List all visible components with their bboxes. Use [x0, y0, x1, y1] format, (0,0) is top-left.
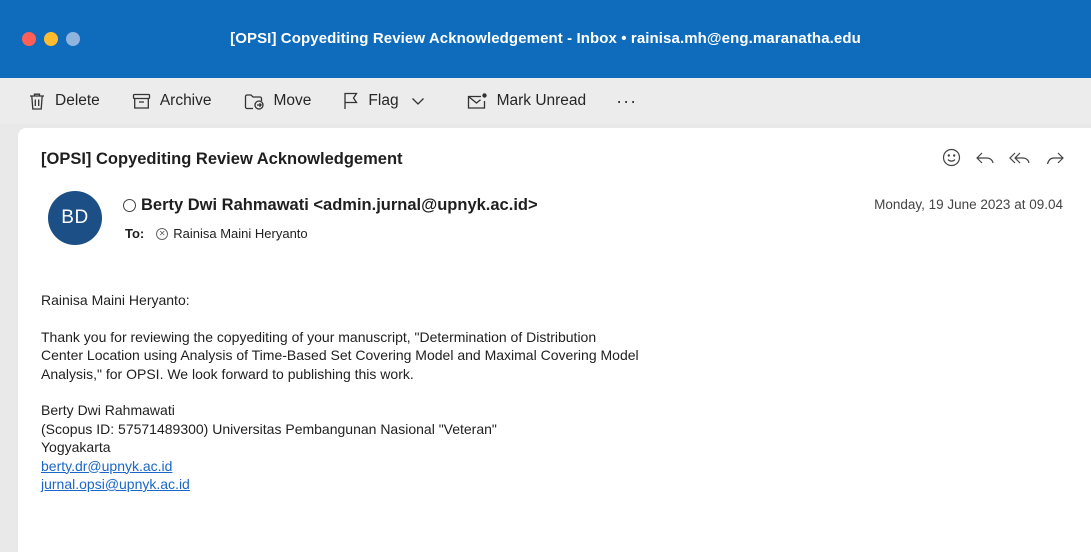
flag-button[interactable]: Flag — [343, 86, 433, 116]
folder-move-icon — [244, 93, 264, 110]
flag-icon — [344, 92, 359, 109]
more-options-button[interactable]: ··· — [616, 86, 637, 116]
archive-icon — [132, 93, 150, 109]
signature: Berty Dwi Rahmawati (Scopus ID: 57571489… — [41, 401, 641, 494]
mark-unread-label: Mark Unread — [496, 92, 587, 109]
archive-label: Archive — [159, 92, 212, 109]
sender-name: Berty Dwi Rahmawati <admin.jurnal@upnyk.… — [141, 196, 538, 214]
greeting: Rainisa Maini Heryanto: — [41, 292, 190, 308]
sender-avatar: BD — [48, 191, 102, 245]
recipient-line: To: ✕ Rainisa Maini Heryanto — [125, 226, 308, 241]
forward-icon[interactable] — [1045, 150, 1065, 166]
toolbar: Delete Archive Move Flag Mark Unread ··· — [0, 78, 1091, 124]
message-date: Monday, 19 June 2023 at 09.04 — [874, 197, 1063, 212]
recipient-unresolved-icon: ✕ — [156, 227, 169, 240]
signature-name: Berty Dwi Rahmawati — [41, 402, 175, 418]
title-bar: [OPSI] Copyediting Review Acknowledgemen… — [0, 0, 1091, 78]
mark-unread-button[interactable]: Mark Unread — [466, 86, 587, 116]
delete-label: Delete — [55, 92, 100, 109]
recipient-name[interactable]: Rainisa Maini Heryanto — [173, 226, 307, 241]
move-button[interactable]: Move — [244, 86, 312, 116]
emoji-react-icon[interactable] — [942, 148, 961, 167]
message-pane: [OPSI] Copyediting Review Acknowledgemen… — [18, 128, 1091, 552]
flag-label: Flag — [368, 92, 399, 109]
message-subject: [OPSI] Copyediting Review Acknowledgemen… — [41, 150, 403, 168]
window-title: [OPSI] Copyediting Review Acknowledgemen… — [230, 30, 861, 47]
signature-affiliation: (Scopus ID: 57571489300) Universitas Pem… — [41, 420, 497, 437]
journal-email-link[interactable]: jurnal.opsi@upnyk.ac.id — [41, 475, 641, 494]
envelope-unread-icon — [467, 93, 487, 109]
sender-line[interactable]: Berty Dwi Rahmawati <admin.jurnal@upnyk.… — [123, 196, 538, 215]
reply-all-icon[interactable] — [1009, 150, 1031, 166]
to-label: To: — [125, 226, 145, 241]
message-actions — [928, 148, 1065, 167]
signature-email-link[interactable]: berty.dr@upnyk.ac.id — [41, 457, 641, 476]
signature-city: Yogyakarta — [41, 439, 111, 455]
sender-status-icon — [123, 199, 136, 212]
archive-button[interactable]: Archive — [132, 86, 212, 116]
body-paragraph: Thank you for reviewing the copyediting … — [41, 328, 639, 382]
chevron-down-icon[interactable] — [411, 97, 425, 106]
reply-icon[interactable] — [975, 150, 995, 166]
message-body: Rainisa Maini Heryanto: Thank you for re… — [41, 291, 641, 494]
move-label: Move — [273, 92, 312, 109]
delete-button[interactable]: Delete — [28, 86, 100, 116]
trash-icon — [30, 93, 44, 110]
